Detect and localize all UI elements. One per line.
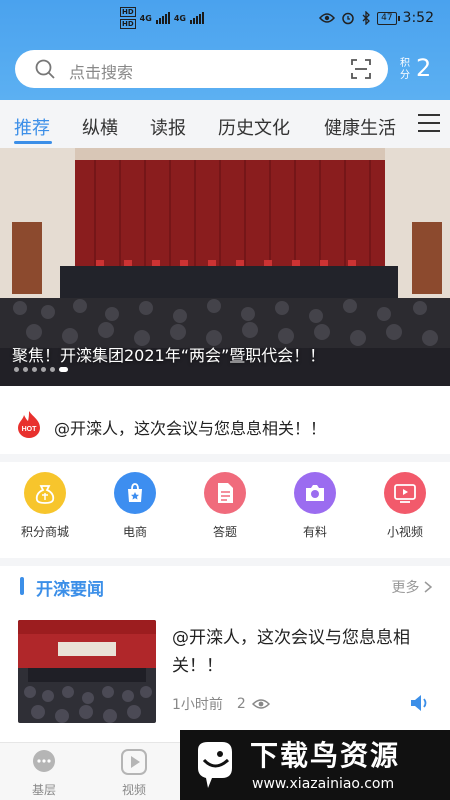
- network-label: 4G: [139, 13, 152, 23]
- money-bag-icon: [24, 472, 66, 514]
- tab-recommend[interactable]: 推荐: [14, 114, 50, 140]
- feature-label: 电商: [122, 525, 147, 539]
- news-item[interactable]: @开滦人，这次会议与您息息相关！！ 1小时前 2: [0, 612, 450, 740]
- points-display[interactable]: 积分 2: [400, 54, 436, 86]
- hot-badge-text: HOT: [22, 426, 38, 433]
- search-input[interactable]: 点击搜索: [69, 59, 133, 83]
- video-icon: [384, 472, 426, 514]
- alarm-icon: [342, 12, 354, 25]
- bird-logo-icon: [198, 742, 232, 788]
- more-label: 更多: [391, 580, 420, 596]
- scan-icon[interactable]: [350, 58, 372, 80]
- active-tab-indicator: [14, 141, 52, 144]
- hot-flame-icon: HOT: [18, 411, 40, 438]
- carousel-dot: [23, 367, 28, 372]
- section-accent-bar: [20, 577, 24, 595]
- document-icon: [204, 472, 246, 514]
- news-time: 1小时前: [172, 697, 223, 713]
- clock: 3:52: [402, 10, 434, 26]
- feature-label: 答题: [212, 525, 237, 539]
- play-icon: [121, 749, 147, 775]
- news-thumbnail: [18, 620, 156, 723]
- points-value: 2: [416, 54, 432, 82]
- news-views: 2: [237, 696, 270, 712]
- category-tabs: 推荐 纵横 读报 历史文化 健康生活: [0, 100, 450, 148]
- camera-icon: [294, 472, 336, 514]
- divider: [0, 558, 450, 566]
- hot-headline[interactable]: HOT @开滦人，这次会议与您息息相关！！: [0, 396, 450, 454]
- eye-icon: [251, 699, 270, 709]
- watermark-title: 下载鸟资源: [250, 739, 401, 772]
- search-bar[interactable]: 点击搜索: [15, 50, 388, 88]
- menu-icon[interactable]: [418, 114, 440, 134]
- carousel-dot-active: [59, 367, 68, 372]
- hd-badge: HD: [120, 19, 136, 29]
- signal-bars-icon: [155, 12, 170, 24]
- carousel-dot: [50, 367, 55, 372]
- eye-icon: [319, 13, 336, 23]
- carousel-dot: [41, 367, 46, 372]
- speaker-icon[interactable]: [410, 694, 430, 712]
- feature-quiz[interactable]: 答题: [190, 472, 260, 540]
- watermark-url: www.xiazainiao.com: [252, 776, 395, 792]
- search-icon: [35, 59, 55, 79]
- signal-bars-icon: [189, 12, 204, 24]
- nav-label: 视频: [121, 783, 146, 797]
- nav-video[interactable]: 视频: [104, 749, 164, 798]
- feature-points-mall[interactable]: 积分商城: [10, 472, 80, 540]
- feature-short-video[interactable]: 小视频: [370, 472, 440, 540]
- tab-newspaper[interactable]: 读报: [150, 114, 186, 140]
- status-bar: HD HD 4G 4G 47 3:52: [0, 0, 450, 40]
- network-label: 4G: [173, 13, 186, 23]
- shopping-bag-icon: [114, 472, 156, 514]
- divider: [0, 454, 450, 462]
- hot-headline-text: @开滦人，这次会议与您息息相关！！: [54, 419, 327, 438]
- nav-label: 基层: [31, 783, 56, 797]
- feature-label: 小视频: [386, 525, 423, 539]
- section-title: 开滦要闻: [36, 580, 104, 600]
- more-link[interactable]: 更多: [391, 577, 433, 597]
- bluetooth-icon: [362, 11, 371, 25]
- tab-health-life[interactable]: 健康生活: [324, 114, 396, 140]
- status-right: 47 3:52: [319, 10, 434, 26]
- view-count: 2: [236, 696, 246, 712]
- hd-badge: HD: [120, 7, 136, 17]
- chat-icon: [33, 750, 55, 772]
- news-meta: 1小时前 2: [172, 694, 270, 714]
- banner-caption: 聚焦！开滦集团2021年“两会”暨职代会！！: [12, 346, 326, 365]
- feature-label: 有料: [302, 525, 327, 539]
- points-label: 积分: [400, 58, 410, 81]
- chevron-right-icon: [424, 581, 433, 593]
- carousel-dot: [32, 367, 37, 372]
- banner-carousel[interactable]: 聚焦！开滦集团2021年“两会”暨职代会！！: [0, 148, 450, 386]
- watermark: 下载鸟资源 www.xiazainiao.com: [180, 730, 450, 800]
- tab-history-culture[interactable]: 历史文化: [218, 114, 290, 140]
- news-title: @开滦人，这次会议与您息息相关！！: [172, 628, 410, 676]
- carousel-dot: [14, 367, 19, 372]
- feature-label: 积分商城: [20, 525, 69, 539]
- hd-badges: HD HD: [120, 7, 136, 29]
- battery-icon: 47: [377, 11, 401, 25]
- feature-ecommerce[interactable]: 电商: [100, 472, 170, 540]
- section-header: 开滦要闻 更多: [0, 568, 450, 606]
- nav-grassroots[interactable]: 基层: [14, 749, 74, 798]
- signal-group: HD HD 4G 4G: [120, 7, 204, 29]
- feature-insider[interactable]: 有料: [280, 472, 350, 540]
- tab-zongheng[interactable]: 纵横: [82, 114, 118, 140]
- carousel-dots: [14, 367, 68, 372]
